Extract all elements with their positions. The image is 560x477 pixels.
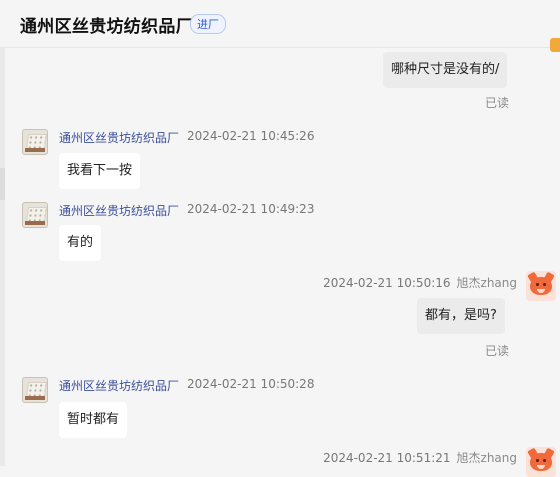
message-meta: 2024-02-21 10:50:16 旭杰zhang: [323, 274, 517, 291]
message-time: 2024-02-21 10:50:16: [323, 276, 451, 290]
message-time: 2024-02-21 10:50:28: [187, 377, 315, 391]
sender-name[interactable]: 通州区丝贵坊纺织品厂: [59, 129, 179, 146]
message-time: 2024-02-21 10:51:21: [323, 451, 451, 465]
read-status: 已读: [485, 344, 510, 358]
chat-title: 通州区丝贵坊纺织品厂: [20, 17, 193, 37]
user-avatar[interactable]: [526, 447, 556, 477]
message-bubble[interactable]: 暂时都有: [59, 402, 128, 438]
message-bubble[interactable]: 我看下一按: [59, 153, 141, 189]
read-status: 已读: [485, 96, 510, 110]
message-bubble-self[interactable]: 哪种尺寸是没有的/: [383, 52, 508, 88]
shop-avatar[interactable]: [22, 377, 48, 403]
sender-name: 旭杰zhang: [456, 451, 517, 465]
message-time: 2024-02-21 10:45:26: [187, 129, 315, 143]
message-time: 2024-02-21 10:49:23: [187, 202, 315, 216]
sender-name: 旭杰zhang: [456, 276, 517, 290]
chat-header: 通州区丝贵坊纺织品厂 进厂: [0, 0, 560, 52]
factory-badge[interactable]: 进厂: [190, 14, 226, 34]
user-avatar[interactable]: [526, 271, 556, 301]
message-meta: 2024-02-21 10:51:21 旭杰zhang: [323, 449, 517, 466]
shop-avatar[interactable]: [22, 202, 48, 228]
sender-name[interactable]: 通州区丝贵坊纺织品厂: [59, 377, 179, 394]
message-bubble[interactable]: 有的: [59, 225, 102, 261]
shop-avatar[interactable]: [22, 129, 48, 155]
corner-tab: [550, 38, 560, 52]
scroll-marker: [0, 168, 5, 200]
sender-name[interactable]: 通州区丝贵坊纺织品厂: [59, 202, 179, 219]
message-bubble-self[interactable]: 都有，是吗?: [417, 298, 505, 334]
left-panel-edge: [0, 48, 5, 466]
